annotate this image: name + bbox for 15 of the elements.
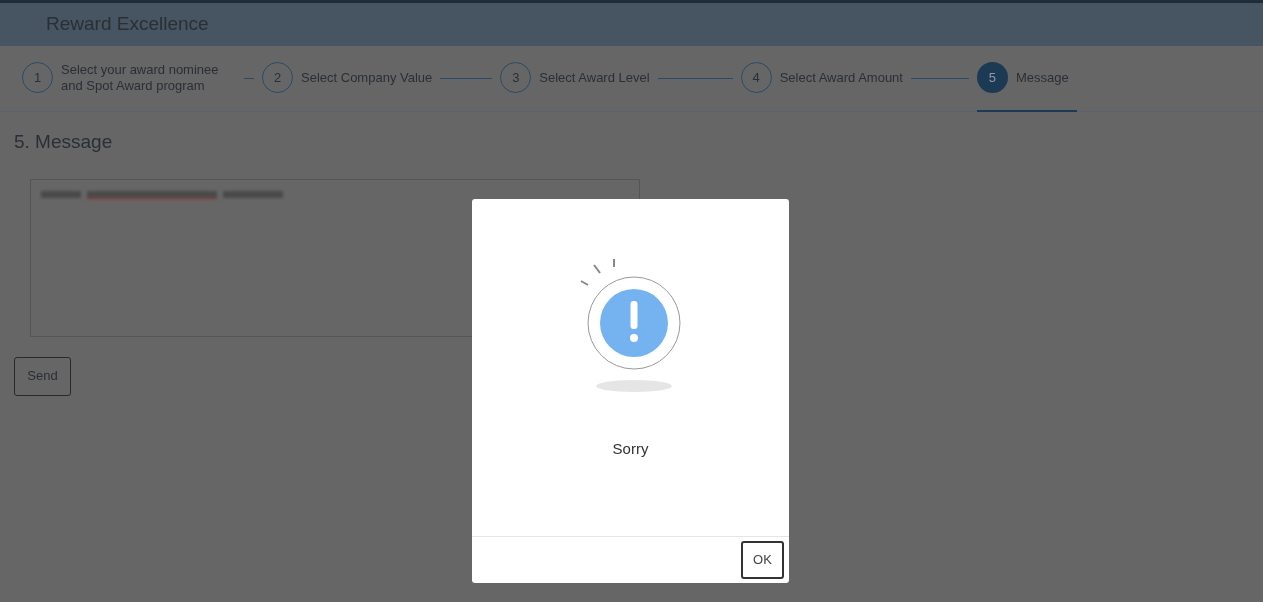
step[interactable]: 3 Select Award Level: [500, 45, 658, 112]
step-label: Select Award Amount: [779, 69, 903, 86]
step[interactable]: 4 Select Award Amount: [740, 45, 911, 112]
step-label: Message: [1015, 69, 1069, 86]
send-button[interactable]: Send: [14, 356, 71, 396]
ok-button[interactable]: OK: [741, 541, 784, 579]
step-number: 5: [976, 62, 1008, 93]
step[interactable]: 1 Select your award nominee and Spot Award program: [22, 45, 244, 112]
alert-message: Sorry: [612, 439, 649, 459]
step-label: Select your award nominee and Spot Award program: [61, 61, 220, 94]
section-heading: 5. Message: [14, 130, 114, 154]
step-label: Select Award Level: [539, 69, 650, 86]
step-label: Select Company Value: [301, 69, 433, 86]
step[interactable]: 2 Select Company Value: [262, 45, 441, 112]
step[interactable]: 5 Message: [976, 45, 1077, 112]
